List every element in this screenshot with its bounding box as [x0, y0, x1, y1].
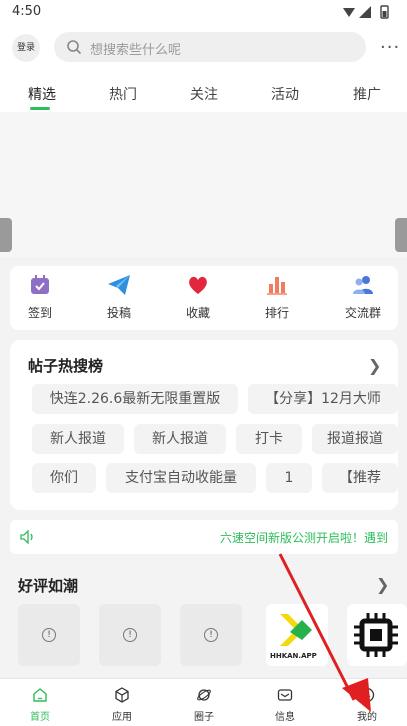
- quick-item-label: 收藏: [185, 306, 210, 320]
- paper-plane-icon: [108, 275, 130, 295]
- category-tabs: 精选 热门 关注 活动 推广: [0, 72, 407, 112]
- banner-prev-handle[interactable]: [0, 218, 12, 252]
- quick-item-label: 排行: [264, 306, 289, 320]
- info-icon: !: [42, 628, 56, 642]
- hot-chip[interactable]: 【推荐: [322, 463, 398, 493]
- system-status-icons: [343, 5, 389, 19]
- signal-icon: [359, 6, 371, 18]
- speaker-icon: [20, 530, 33, 544]
- hot-posts-card: 帖子热搜榜 ❯ 快连2.26.6最新无限重置版 【分享】12月大师 新人报道 新…: [10, 340, 398, 510]
- nav-home[interactable]: 首页: [15, 687, 65, 723]
- active-tab-indicator: [30, 107, 50, 110]
- status-bar: 4:50: [0, 0, 407, 24]
- quick-item-favorites[interactable]: 收藏: [168, 274, 228, 321]
- app-card-placeholder[interactable]: !: [180, 604, 242, 666]
- app-header: 登录 想搜索些什么呢 ···: [0, 24, 407, 72]
- search-placeholder: 想搜索些什么呢: [90, 43, 182, 58]
- nav-circles[interactable]: 圈子: [179, 687, 229, 723]
- banner-next-handle[interactable]: [395, 218, 407, 252]
- app-card-placeholder[interactable]: !: [18, 604, 80, 666]
- nav-label: 首页: [30, 712, 50, 723]
- tab-hot[interactable]: 热门: [109, 84, 137, 104]
- hot-posts-title: 帖子热搜榜: [28, 357, 104, 375]
- quick-item-checkin[interactable]: 签到: [10, 274, 70, 321]
- hot-chip[interactable]: 1: [266, 463, 312, 493]
- annotation-arrow: [278, 553, 371, 712]
- announcement-bar[interactable]: 六速空间新版公测开启啦！遇到: [10, 520, 398, 554]
- bar-chart-icon: [267, 277, 287, 295]
- hot-chip[interactable]: 【分享】12月大师: [248, 384, 398, 414]
- status-time: 4:50: [12, 4, 42, 19]
- info-icon: !: [123, 628, 137, 642]
- hot-chip[interactable]: 报道报道: [312, 424, 398, 454]
- hot-chip[interactable]: 新人报道: [32, 424, 124, 454]
- quick-item-label: 签到: [27, 306, 52, 320]
- announcement-text: 六速空间新版公测开启啦！遇到: [219, 531, 388, 545]
- wifi-icon: [343, 8, 355, 17]
- more-icon[interactable]: ···: [380, 37, 400, 58]
- quick-menu: 签到 投稿 收藏 排行 交流群: [10, 266, 398, 330]
- quick-item-group-chat[interactable]: 交流群: [333, 274, 393, 321]
- hot-chip[interactable]: 支付宝自动收能量: [106, 463, 256, 493]
- nav-label: 应用: [112, 712, 132, 723]
- quick-item-label: 投稿: [106, 306, 131, 320]
- heart-icon: [189, 276, 207, 294]
- login-button[interactable]: 登录: [12, 34, 40, 62]
- tab-promo[interactable]: 推广: [353, 84, 381, 104]
- home-icon: [33, 688, 47, 702]
- users-icon: [353, 276, 373, 294]
- cube-icon: [115, 687, 129, 703]
- nav-label: 圈子: [194, 712, 214, 723]
- calendar-icon: [31, 275, 49, 294]
- tab-events[interactable]: 活动: [271, 84, 299, 104]
- quick-item-ranking[interactable]: 排行: [247, 274, 307, 321]
- planet-icon: [197, 689, 211, 701]
- nav-apps[interactable]: 应用: [97, 687, 147, 723]
- tab-featured[interactable]: 精选: [28, 84, 56, 104]
- tab-following[interactable]: 关注: [190, 84, 218, 104]
- hot-chip[interactable]: 你们: [32, 463, 96, 493]
- quick-item-label: 交流群: [344, 306, 381, 320]
- info-icon: !: [204, 628, 218, 642]
- banner-carousel[interactable]: [0, 112, 407, 257]
- app-card-placeholder[interactable]: !: [99, 604, 161, 666]
- good-reviews-title: 好评如潮: [18, 577, 79, 595]
- chevron-right-icon[interactable]: ❯: [368, 356, 381, 375]
- hot-chip[interactable]: 快连2.26.6最新无限重置版: [32, 384, 238, 414]
- hot-chip[interactable]: 新人报道: [134, 424, 226, 454]
- quick-item-submit[interactable]: 投稿: [89, 274, 149, 321]
- hot-chip[interactable]: 打卡: [236, 424, 302, 454]
- search-bar[interactable]: 想搜索些什么呢: [54, 32, 366, 62]
- search-icon: [67, 40, 82, 55]
